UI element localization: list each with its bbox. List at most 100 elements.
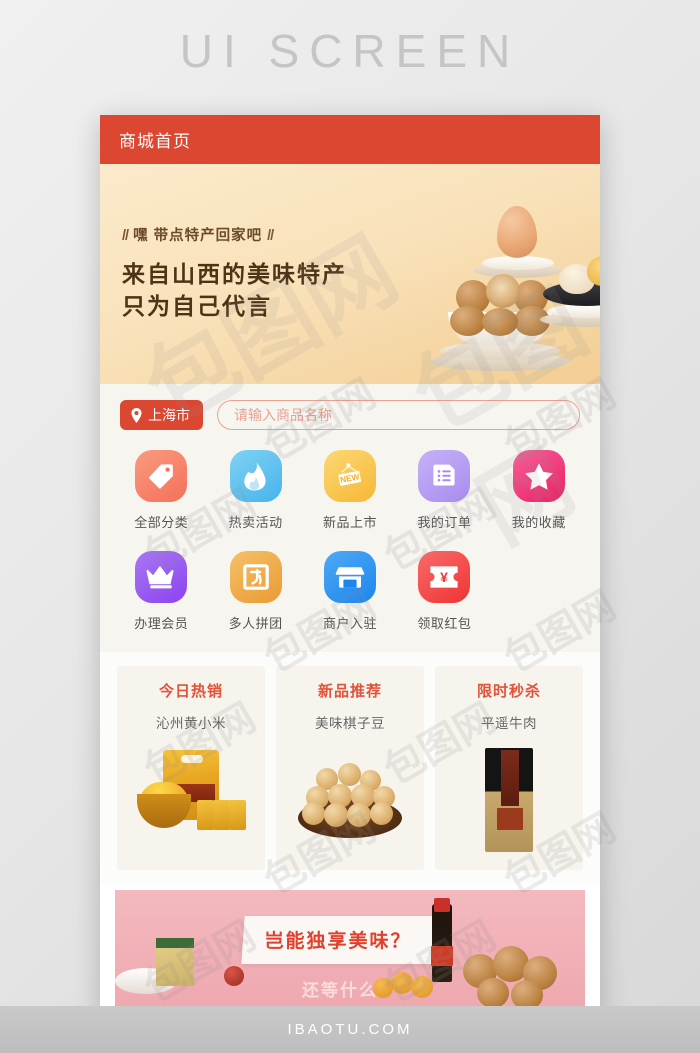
promo-candy	[391, 972, 413, 994]
grid-item-label: 我的收藏	[511, 515, 566, 530]
product-card[interactable]: 今日热销 沁州黄小米	[117, 666, 265, 870]
hero-headline: 来自山西的美味特产 只为自己代言	[122, 259, 347, 322]
search-input[interactable]	[217, 400, 580, 430]
millet-sachet	[229, 800, 246, 830]
product-card-subtitle: 平遥牛肉	[481, 716, 537, 731]
grid-item-my-favorites[interactable]: 我的收藏	[492, 450, 586, 531]
promo-banner[interactable]: 岂能独享美味？ 还等什么	[115, 890, 585, 1008]
product-card-row: 今日热销 沁州黄小米 新品推荐 美味棋子豆 限时秒杀 平遥牛肉	[100, 652, 600, 884]
dough-ball	[324, 803, 348, 827]
dough-ball	[347, 803, 371, 827]
hero-text-block: // 嘿 带点特产回家吧 // 来自山西的美味特产 只为自己代言	[122, 224, 347, 322]
hero-kicker: // 嘿 带点特产回家吧 //	[122, 224, 347, 245]
beef-box-product-image	[449, 746, 569, 858]
svg-text:¥: ¥	[440, 569, 448, 585]
promo-candy	[373, 978, 393, 998]
promo-soy-sauce-bottle	[432, 904, 452, 982]
promo-red-date	[224, 966, 244, 986]
flame-icon	[244, 462, 266, 490]
phone-mockup: 商城首页 // 嘿 带点特产回家吧 // 来自山西的美味特产 只为自己代言 上海…	[100, 115, 600, 1020]
walnut-image	[450, 306, 486, 336]
grid-item-label: 领取红包	[417, 616, 472, 631]
promo-candy	[411, 976, 433, 998]
grid-item-hot-sale[interactable]: 热卖活动	[208, 450, 302, 531]
beef-box-band	[501, 750, 519, 806]
app-navbar: 商城首页	[100, 115, 600, 164]
quick-action-grid: 全部分类 热卖活动 NEW 新品上市 我的订单 我的收藏 办理会员 多人拼团 商…	[100, 444, 600, 652]
hero-headline-line1: 来自山西的美味特产	[122, 261, 347, 287]
svg-text:NEW: NEW	[339, 471, 360, 485]
group-buy-icon	[242, 564, 269, 590]
order-list-icon-tile	[418, 450, 471, 502]
navbar-title: 商城首页	[119, 132, 191, 151]
grid-item-membership[interactable]: 办理会员	[114, 551, 208, 632]
hero-kicker-text: 嘿 带点特产回家吧	[133, 228, 263, 244]
footer-bar: IBAOTU.COM	[0, 1006, 700, 1053]
dough-ball	[302, 802, 325, 825]
pedestal-egg-upper	[482, 256, 554, 270]
grid-item-label: 我的订单	[417, 515, 472, 530]
promo-walnut	[477, 978, 509, 1008]
shop-icon-tile	[323, 551, 376, 603]
product-card-subtitle: 沁州黄小米	[156, 716, 226, 731]
new-sign-icon-tile: NEW	[323, 450, 376, 502]
hero-banner[interactable]: // 嘿 带点特产回家吧 // 来自山西的美味特产 只为自己代言	[100, 164, 600, 384]
city-selector-button[interactable]: 上海市	[120, 400, 203, 430]
coupon-yuan-icon: ¥	[430, 566, 458, 588]
tag-icon-tile	[135, 450, 188, 502]
hero-kicker-slash-right: //	[267, 228, 274, 244]
quick-action-row-2: 办理会员 多人拼团 商户入驻 ¥ 领取红包	[114, 551, 586, 632]
promo-headline: 岂能独享美味？	[264, 931, 412, 952]
grid-item-label: 办理会员	[134, 616, 189, 631]
grid-item-empty	[492, 551, 586, 632]
egg-image	[497, 206, 537, 258]
product-card[interactable]: 新品推荐 美味棋子豆	[276, 666, 424, 870]
millet-product-image	[131, 746, 251, 858]
millet-sachet	[213, 800, 230, 830]
grid-item-label: 全部分类	[134, 515, 189, 530]
star-icon	[524, 462, 553, 490]
flame-icon-tile	[229, 450, 282, 502]
page-title: UI SCREEN	[179, 25, 521, 77]
promo-soy-sauce-cap	[434, 898, 450, 912]
new-sign-icon: NEW	[338, 463, 362, 486]
group-buy-icon-tile	[229, 551, 282, 603]
crown-icon	[146, 566, 174, 589]
star-icon-tile	[512, 450, 565, 502]
product-card[interactable]: 限时秒杀 平遥牛肉	[435, 666, 583, 870]
beef-box-label	[497, 808, 523, 830]
grid-item-label: 热卖活动	[228, 515, 283, 530]
grid-item-red-packet[interactable]: ¥ 领取红包	[397, 551, 491, 632]
search-row: 上海市	[100, 384, 600, 444]
grid-item-label: 商户入驻	[322, 616, 377, 631]
footer-text: IBAOTU.COM	[287, 1021, 413, 1038]
tag-icon	[149, 464, 173, 489]
quick-action-row-1: 全部分类 热卖活动 NEW 新品上市 我的订单 我的收藏	[114, 450, 586, 531]
shop-icon	[335, 567, 365, 588]
dough-balls-product-image	[290, 746, 410, 858]
millet-bag-handle	[181, 755, 203, 763]
promo-soy-sauce-label	[431, 946, 453, 966]
dough-ball	[370, 802, 393, 825]
promo-walnut	[511, 980, 543, 1008]
walnut-open-image	[486, 274, 520, 308]
hero-headline-line2: 只为自己代言	[122, 292, 272, 319]
product-card-title: 今日热销	[158, 683, 223, 700]
dough-ball	[338, 763, 361, 786]
hero-kicker-slash-left: //	[122, 228, 129, 244]
product-card-subtitle: 美味棋子豆	[315, 716, 385, 731]
order-list-icon	[433, 464, 455, 486]
grid-item-merchant-entry[interactable]: 商户入驻	[303, 551, 397, 632]
grid-item-my-orders[interactable]: 我的订单	[397, 450, 491, 531]
grid-item-group-buy[interactable]: 多人拼团	[208, 551, 302, 632]
product-card-title: 限时秒杀	[476, 683, 541, 700]
grid-item-new-arrivals[interactable]: NEW 新品上市	[303, 450, 397, 531]
location-pin-icon	[131, 407, 142, 423]
grid-item-label: 新品上市	[322, 515, 377, 530]
coupon-yuan-icon-tile: ¥	[418, 551, 471, 603]
grid-item-label: 多人拼团	[228, 616, 283, 631]
grid-item-all-categories[interactable]: 全部分类	[114, 450, 208, 531]
crown-icon-tile	[135, 551, 188, 603]
millet-sachet	[197, 800, 214, 830]
city-label: 上海市	[148, 407, 190, 423]
